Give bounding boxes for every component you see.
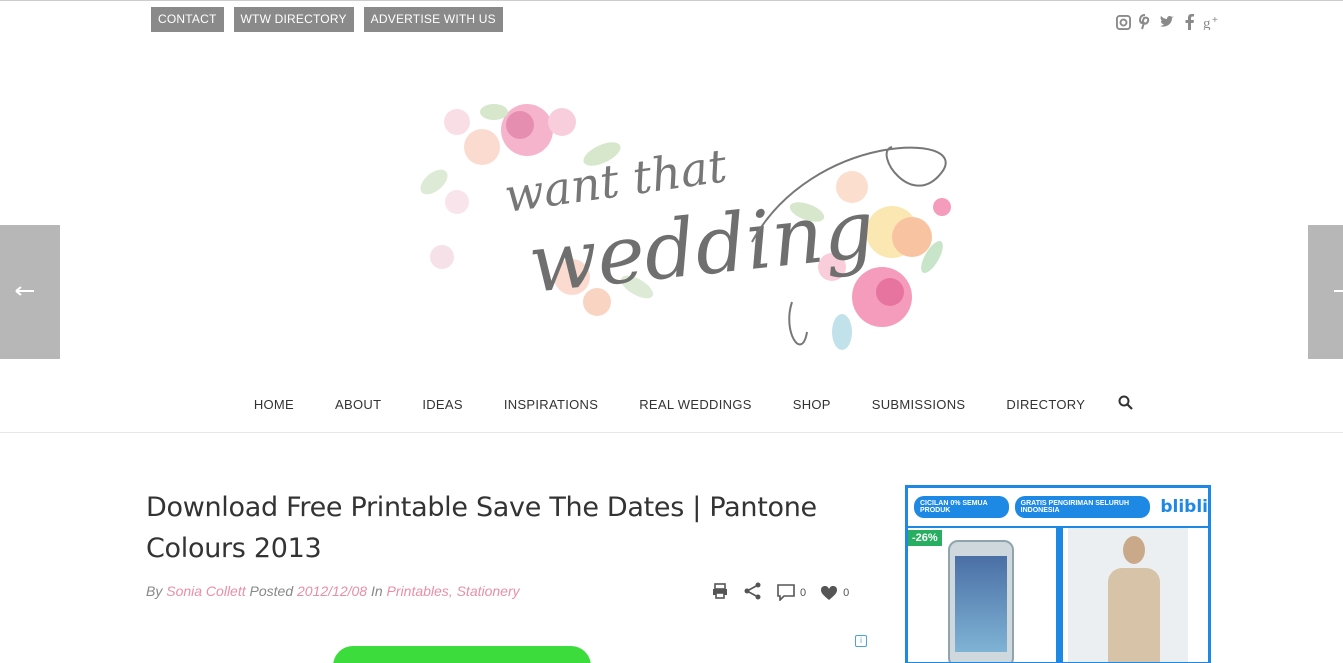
article-title: Download Free Printable Save The Dates |… bbox=[146, 492, 817, 564]
social-links: g + bbox=[1115, 14, 1219, 34]
category-stationery-link[interactable]: Stationery bbox=[457, 583, 520, 599]
arrow-right-icon bbox=[1334, 290, 1343, 292]
dress-shape bbox=[1108, 568, 1160, 662]
search-icon[interactable] bbox=[1118, 395, 1133, 413]
article-actions: 0 0 bbox=[711, 582, 849, 603]
in-label: In bbox=[370, 583, 383, 599]
nav-directory[interactable]: DIRECTORY bbox=[1006, 397, 1085, 412]
category-printables-link[interactable]: Printables bbox=[387, 583, 449, 599]
comments-counter[interactable]: 0 bbox=[777, 584, 806, 601]
nav-ideas[interactable]: IDEAS bbox=[422, 397, 463, 412]
heart-icon bbox=[821, 585, 838, 600]
adchoices-icon[interactable]: i bbox=[855, 635, 867, 647]
nav-real-weddings[interactable]: REAL WEDDINGS bbox=[639, 397, 752, 412]
ad-header: CICILAN 0% SEMUA PRODUK GRATIS PENGIRIMA… bbox=[908, 488, 1208, 526]
previous-post-button[interactable] bbox=[0, 225, 60, 359]
by-label: By bbox=[146, 583, 163, 599]
main-nav: HOME ABOUT IDEAS INSPIRATIONS REAL WEDDI… bbox=[0, 395, 1343, 413]
phone-screen bbox=[955, 556, 1007, 652]
comma-sep: , bbox=[448, 583, 453, 599]
arrow-left-icon bbox=[15, 286, 34, 296]
ad-pill-shipping-text: GRATIS PENGIRIMAN SELURUH INDONESIA bbox=[1020, 500, 1130, 514]
date-link[interactable]: 2012/12/08 bbox=[297, 583, 367, 599]
ad-products: -26% bbox=[908, 526, 1208, 662]
utility-nav: CONTACT WTW DIRECTORY ADVERTISE WITH US bbox=[151, 7, 503, 32]
ad-pill-installment-text: CICILAN 0% SEMUA PRODUK bbox=[920, 500, 988, 514]
svg-text:g: g bbox=[1203, 16, 1211, 30]
pinterest-icon[interactable] bbox=[1137, 14, 1153, 34]
nav-shop[interactable]: SHOP bbox=[793, 397, 831, 412]
contact-link[interactable]: CONTACT bbox=[151, 7, 224, 32]
nav-divider bbox=[0, 432, 1343, 433]
ad-pill-installment: CICILAN 0% SEMUA PRODUK bbox=[914, 496, 1009, 518]
article-meta: By Sonia Collett Posted 2012/12/08 In Pr… bbox=[146, 583, 520, 599]
author-link[interactable]: Sonia Collett bbox=[166, 583, 245, 599]
model-head bbox=[1123, 536, 1145, 564]
ad-product-phone[interactable]: -26% bbox=[908, 528, 1056, 662]
twitter-icon[interactable] bbox=[1159, 15, 1175, 33]
discount-badge: -26% bbox=[908, 530, 942, 546]
advertisement[interactable]: CICILAN 0% SEMUA PRODUK GRATIS PENGIRIMA… bbox=[905, 485, 1211, 663]
download-button[interactable] bbox=[333, 646, 591, 663]
site-logo[interactable]: want that wedding bbox=[412, 92, 964, 367]
directory-link[interactable]: WTW DIRECTORY bbox=[233, 7, 354, 32]
comment-icon bbox=[777, 584, 795, 601]
top-border bbox=[0, 0, 1343, 1]
phone-image bbox=[948, 540, 1014, 662]
next-post-button[interactable] bbox=[1308, 225, 1343, 359]
likes-counter[interactable]: 0 bbox=[820, 585, 849, 601]
advertise-link[interactable]: ADVERTISE WITH US bbox=[363, 7, 503, 32]
nav-submissions[interactable]: SUBMISSIONS bbox=[872, 397, 966, 412]
svg-text:+: + bbox=[1212, 15, 1218, 26]
facebook-icon[interactable] bbox=[1181, 14, 1197, 34]
instagram-icon[interactable] bbox=[1115, 14, 1131, 34]
google-plus-icon[interactable]: g + bbox=[1203, 14, 1219, 34]
nav-inspirations[interactable]: INSPIRATIONS bbox=[504, 397, 598, 412]
nav-about[interactable]: ABOUT bbox=[335, 397, 381, 412]
ad-product-dress[interactable] bbox=[1063, 528, 1208, 662]
print-icon[interactable] bbox=[711, 582, 729, 603]
comments-count: 0 bbox=[800, 586, 807, 599]
likes-count: 0 bbox=[843, 586, 850, 599]
nav-home[interactable]: HOME bbox=[254, 397, 294, 412]
ad-brand: blibli bbox=[1160, 497, 1208, 517]
posted-label: Posted bbox=[249, 583, 294, 599]
dress-image bbox=[1068, 528, 1188, 662]
ad-pill-shipping: GRATIS PENGIRIMAN SELURUH INDONESIA bbox=[1014, 496, 1151, 518]
share-icon[interactable] bbox=[743, 582, 763, 603]
